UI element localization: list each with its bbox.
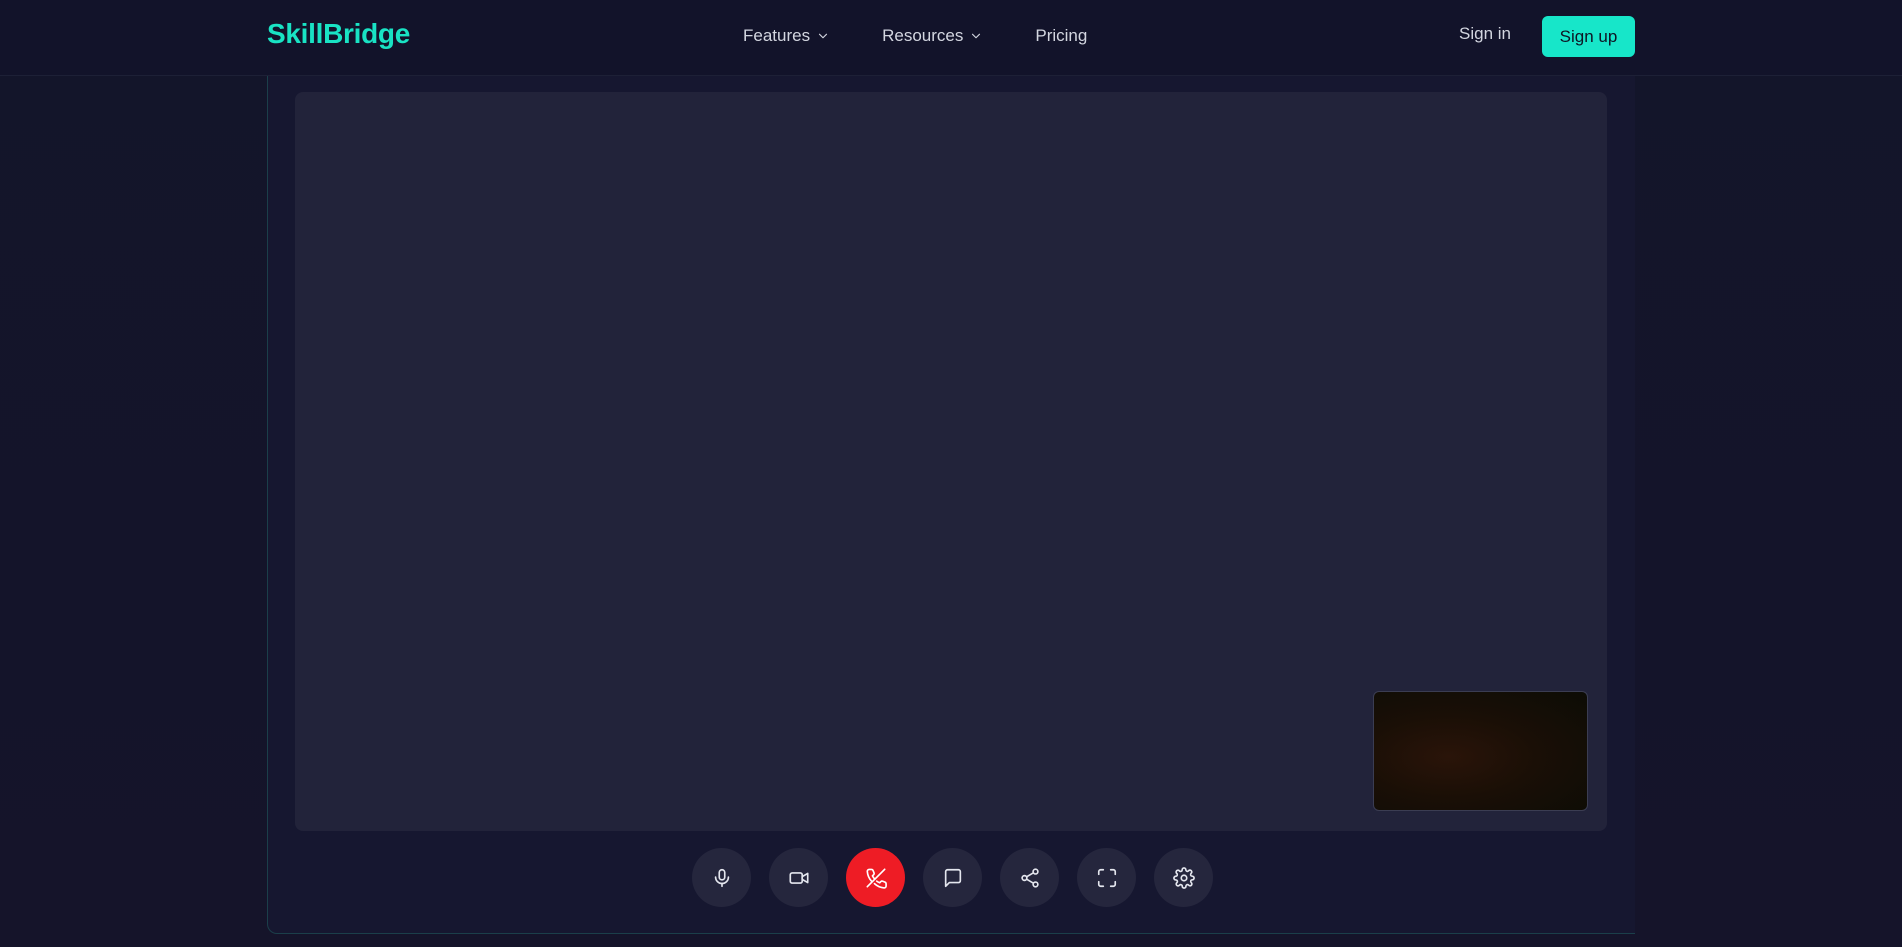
mic-icon [714, 868, 729, 887]
top-navigation: SkillBridge Features Resources Pricing S… [0, 0, 1902, 76]
nav-resources[interactable]: Resources [882, 26, 983, 46]
chevron-down-icon [972, 33, 981, 39]
nav-features[interactable]: Features [743, 26, 830, 46]
brand-logo[interactable]: SkillBridge [267, 18, 410, 50]
gear-icon [1172, 866, 1195, 889]
call-controls [692, 848, 1213, 907]
nav-pricing[interactable]: Pricing [1035, 26, 1087, 46]
nav-features-label: Features [743, 26, 811, 45]
share-button[interactable] [1000, 848, 1059, 907]
camera-button[interactable] [769, 848, 828, 907]
nav-pricing-label: Pricing [1035, 26, 1088, 45]
fullscreen-button[interactable] [1077, 848, 1136, 907]
chevron-down-icon [819, 33, 828, 39]
sign-up-button[interactable]: Sign up [1542, 16, 1635, 57]
page: SkillBridge Features Resources Pricing S… [0, 0, 1902, 947]
phone-off-icon [865, 867, 887, 889]
self-video-preview[interactable] [1373, 691, 1588, 811]
sign-in-link[interactable]: Sign in [1459, 24, 1511, 44]
mute-button[interactable] [692, 848, 751, 907]
main-menu: Features Resources Pricing [743, 24, 1087, 48]
end-call-button[interactable] [846, 848, 905, 907]
chat-icon [944, 868, 961, 887]
fullscreen-icon [1097, 868, 1116, 887]
nav-resources-label: Resources [882, 26, 964, 45]
chat-button[interactable] [923, 848, 982, 907]
share-icon [1020, 867, 1039, 888]
settings-button[interactable] [1154, 848, 1213, 907]
video-icon [788, 871, 809, 884]
